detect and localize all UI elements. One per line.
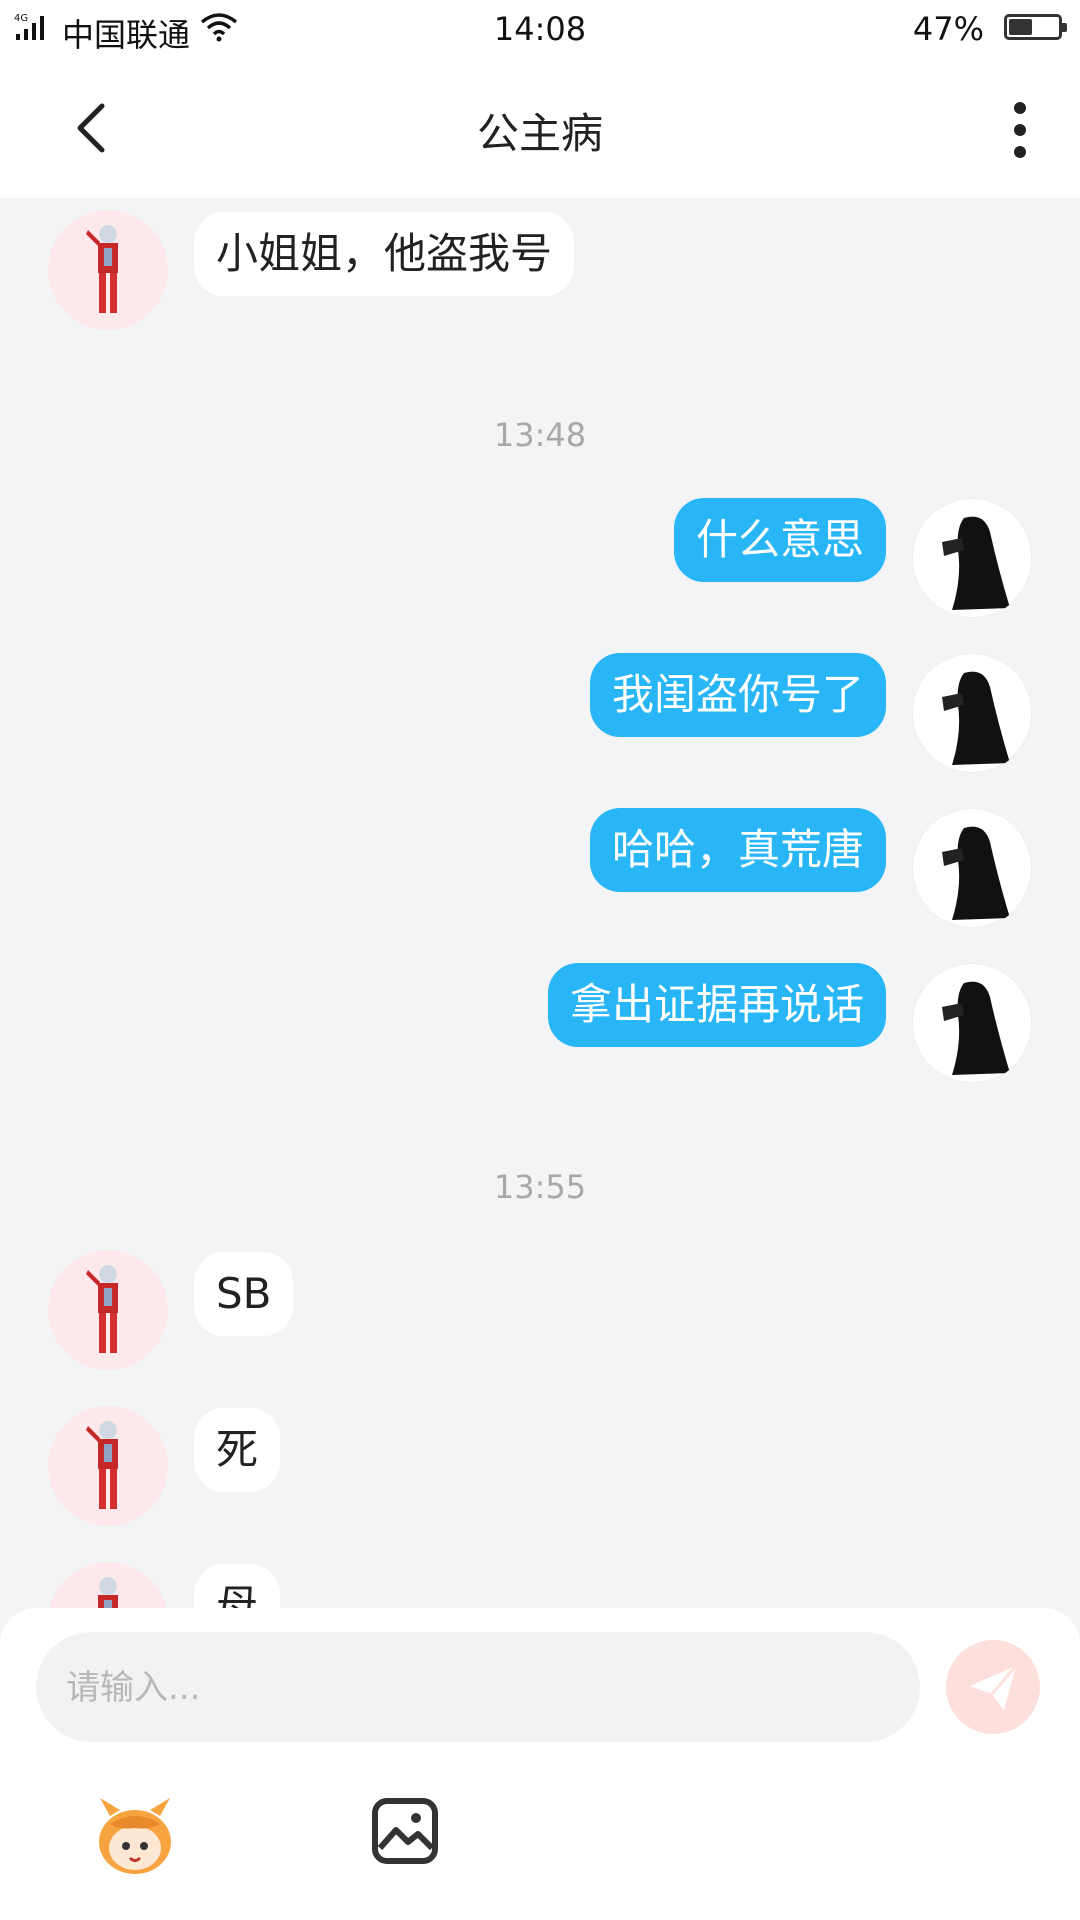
mascot-emoji-icon — [99, 1798, 171, 1874]
battery-icon — [1004, 14, 1067, 40]
message-input[interactable] — [64, 1632, 888, 1744]
more-dot — [1014, 124, 1026, 136]
more-dot — [1014, 146, 1026, 158]
profile-silhouette-avatar-image — [942, 516, 1010, 610]
page-title: 公主病 — [476, 109, 603, 158]
outgoing-message-bubble[interactable]: 哈哈，真荒唐 — [589, 808, 886, 892]
hero-figure-avatar-image — [86, 1421, 118, 1509]
chat-header: 公主病 — [0, 62, 1080, 198]
hero-figure-avatar-image — [98, 1577, 118, 1608]
status-bar: 4G 中国联通 14:08 47% — [0, 0, 1080, 62]
my-avatar[interactable] — [912, 653, 1032, 773]
outgoing-message-bubble[interactable]: 我闺盗你号了 — [589, 653, 886, 737]
contact-avatar[interactable] — [48, 210, 168, 330]
my-avatar[interactable] — [912, 963, 1032, 1083]
more-options-button[interactable] — [990, 90, 1050, 170]
send-button[interactable] — [946, 1640, 1040, 1734]
contact-avatar[interactable] — [48, 1406, 168, 1526]
outgoing-message-bubble[interactable]: 拿出证据再说话 — [547, 963, 886, 1047]
my-avatar[interactable] — [912, 498, 1032, 618]
image-icon — [372, 1798, 438, 1864]
incoming-message-bubble[interactable]: 母 — [194, 1564, 281, 1608]
message-input-panel — [0, 1608, 1080, 1920]
message-timestamp: 13:55 — [493, 1168, 587, 1206]
incoming-message-bubble[interactable]: 死 — [194, 1408, 281, 1492]
image-picker-button[interactable] — [370, 1796, 440, 1866]
chat-message-list[interactable]: 小姐姐，他盗我号 13:48 什么意思 我闺盗你号了 哈哈，真荒唐 拿出证据再说… — [0, 198, 1080, 1608]
outgoing-message-bubble[interactable]: 什么意思 — [673, 498, 886, 582]
battery-level-fill — [1009, 19, 1032, 35]
profile-silhouette-avatar-image — [942, 981, 1010, 1075]
incoming-message-bubble[interactable]: SB — [194, 1252, 294, 1336]
message-input-container[interactable] — [36, 1632, 920, 1744]
incoming-message-bubble[interactable]: 小姐姐，他盗我号 — [194, 212, 575, 296]
profile-silhouette-avatar-image — [942, 826, 1010, 920]
emoji-button[interactable] — [90, 1794, 180, 1880]
hero-figure-avatar-image — [86, 1265, 118, 1353]
contact-avatar[interactable] — [48, 1250, 168, 1370]
message-timestamp: 13:48 — [493, 416, 587, 454]
hero-figure-avatar-image — [86, 225, 118, 313]
paper-plane-icon — [970, 1665, 1018, 1710]
my-avatar[interactable] — [912, 808, 1032, 928]
more-vertical-icon — [1014, 102, 1026, 114]
profile-silhouette-avatar-image — [942, 671, 1010, 765]
battery-percent: 47% — [912, 10, 984, 48]
contact-avatar[interactable] — [48, 1562, 168, 1608]
